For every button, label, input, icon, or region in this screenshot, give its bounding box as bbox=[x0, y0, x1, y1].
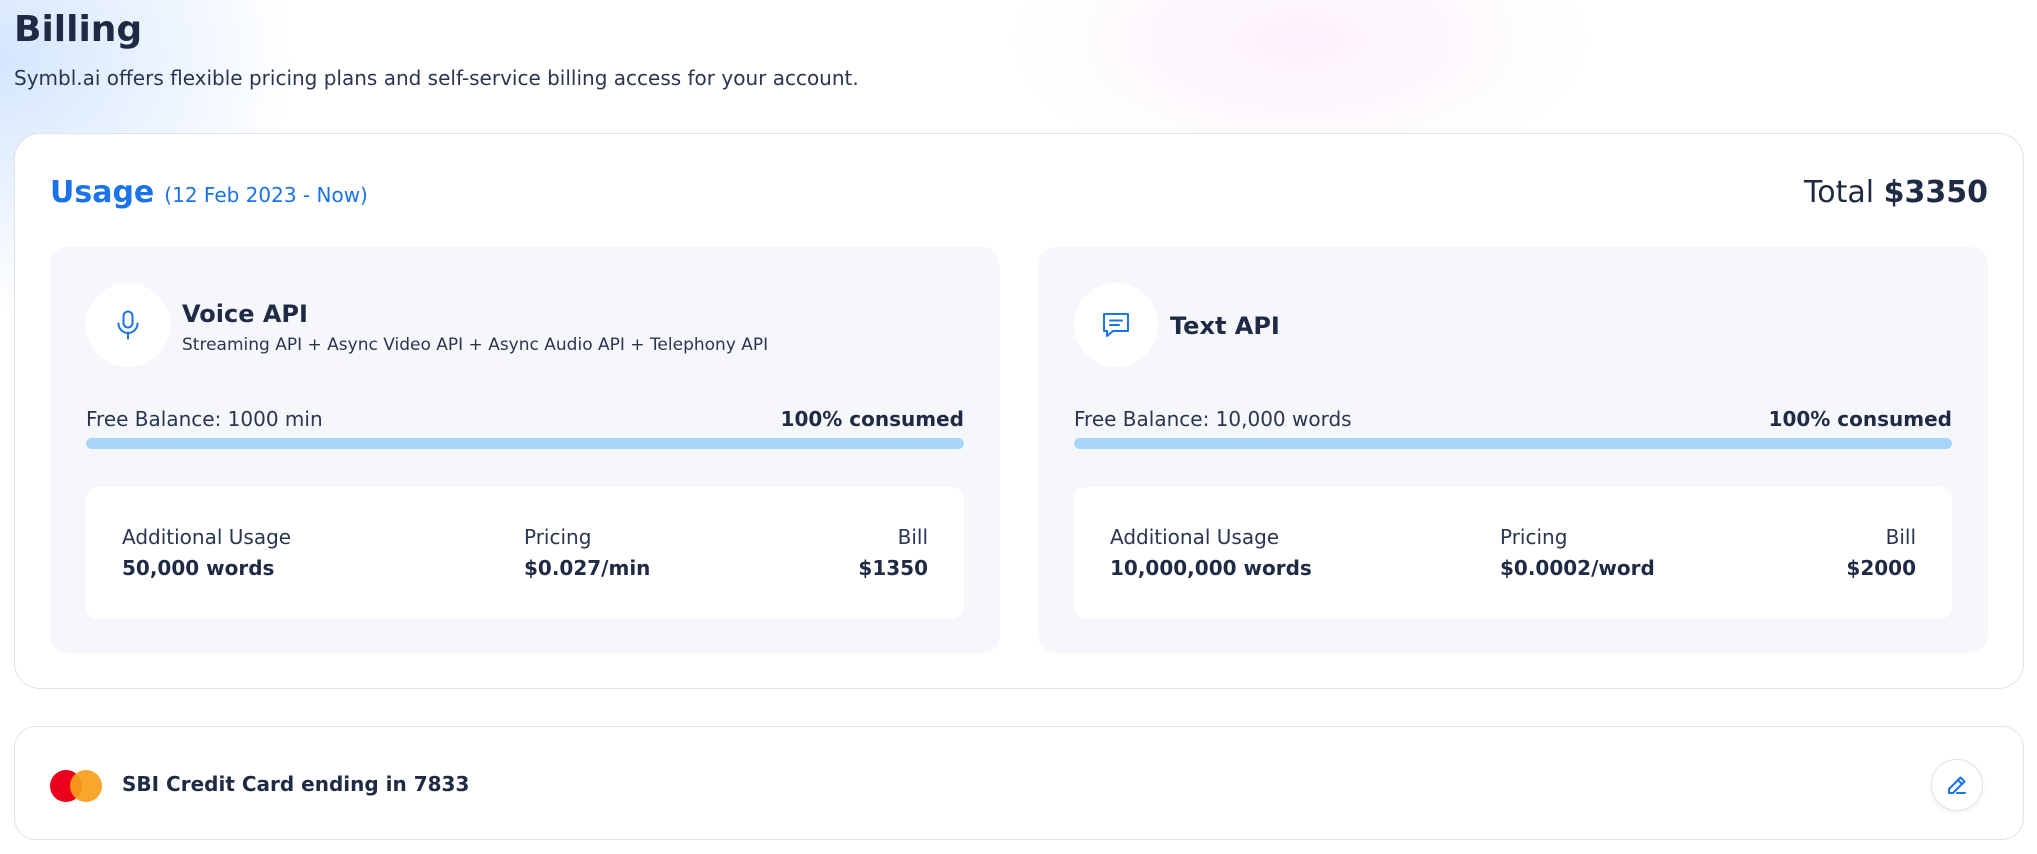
text-usage-details: Additional Usage 10,000,000 words Pricin… bbox=[1074, 487, 1952, 619]
voice-api-title: Voice API bbox=[182, 300, 308, 328]
usage-card: Usage (12 Feb 2023 - Now) Total $3350 Vo… bbox=[14, 133, 2024, 689]
voice-pricing-label: Pricing bbox=[524, 525, 592, 549]
text-usage-progress-fill bbox=[1074, 438, 1952, 449]
text-balance-row: Free Balance: 10,000 words 100% consumed bbox=[1074, 407, 1952, 431]
voice-pricing-value: $0.027/min bbox=[524, 556, 651, 580]
text-additional-usage-value: 10,000,000 words bbox=[1110, 556, 1312, 580]
usage-date-range: (12 Feb 2023 - Now) bbox=[164, 182, 368, 207]
voice-free-balance: Free Balance: 1000 min bbox=[86, 407, 323, 431]
usage-title-group: Usage (12 Feb 2023 - Now) bbox=[50, 175, 368, 210]
card-label: SBI Credit Card ending in 7833 bbox=[122, 772, 470, 796]
billing-page: Billing Symbl.ai offers flexible pricing… bbox=[0, 0, 2037, 90]
text-pricing-value: $0.0002/word bbox=[1500, 556, 1655, 580]
mastercard-orange-circle bbox=[70, 770, 102, 802]
voice-balance-row: Free Balance: 1000 min 100% consumed bbox=[86, 407, 964, 431]
voice-bill-value: $1350 bbox=[858, 556, 928, 580]
text-usage-progress-bar bbox=[1074, 438, 1952, 449]
text-bill-value: $2000 bbox=[1846, 556, 1916, 580]
voice-bill-label: Bill bbox=[897, 525, 928, 549]
text-api-panel: Text API Free Balance: 10,000 words 100%… bbox=[1038, 247, 1988, 653]
voice-pricing: Pricing $0.027/min bbox=[524, 527, 650, 578]
usage-total: Total $3350 bbox=[1804, 175, 1988, 210]
microphone-icon bbox=[86, 283, 170, 367]
edit-payment-button[interactable] bbox=[1931, 759, 1983, 811]
voice-usage-details: Additional Usage 50,000 words Pricing $0… bbox=[86, 487, 964, 619]
voice-usage-progress-fill bbox=[86, 438, 964, 449]
usage-header: Usage (12 Feb 2023 - Now) Total $3350 bbox=[50, 172, 1988, 212]
page-title: Billing bbox=[14, 9, 143, 50]
text-pricing-label: Pricing bbox=[1500, 525, 1568, 549]
voice-bill: Bill $1350 bbox=[858, 527, 928, 578]
text-consumed-percent: 100% consumed bbox=[1768, 407, 1952, 431]
voice-additional-usage-value: 50,000 words bbox=[122, 556, 275, 580]
usage-total-label: Total bbox=[1804, 174, 1875, 210]
text-api-title: Text API bbox=[1170, 312, 1280, 340]
usage-total-value: $3350 bbox=[1883, 174, 1988, 210]
edit-pencil-icon bbox=[1948, 776, 1966, 794]
voice-additional-usage-label: Additional Usage bbox=[122, 525, 292, 549]
voice-consumed-percent: 100% consumed bbox=[780, 407, 964, 431]
text-pricing: Pricing $0.0002/word bbox=[1500, 527, 1655, 578]
page-subtitle: Symbl.ai offers flexible pricing plans a… bbox=[14, 66, 859, 90]
voice-additional-usage: Additional Usage 50,000 words bbox=[122, 527, 291, 578]
voice-usage-progress-bar bbox=[86, 438, 964, 449]
text-bill-label: Bill bbox=[1885, 525, 1916, 549]
text-additional-usage-label: Additional Usage bbox=[1110, 525, 1280, 549]
chat-message-icon bbox=[1074, 283, 1158, 367]
mastercard-icon bbox=[50, 770, 102, 802]
voice-api-panel: Voice API Streaming API + Async Video AP… bbox=[50, 247, 1000, 653]
payment-method-card: SBI Credit Card ending in 7833 bbox=[14, 726, 2024, 840]
voice-api-description: Streaming API + Async Video API + Async … bbox=[182, 335, 769, 355]
text-free-balance: Free Balance: 10,000 words bbox=[1074, 407, 1352, 431]
text-additional-usage: Additional Usage 10,000,000 words bbox=[1110, 527, 1312, 578]
text-bill: Bill $2000 bbox=[1846, 527, 1916, 578]
usage-title: Usage bbox=[50, 174, 155, 210]
